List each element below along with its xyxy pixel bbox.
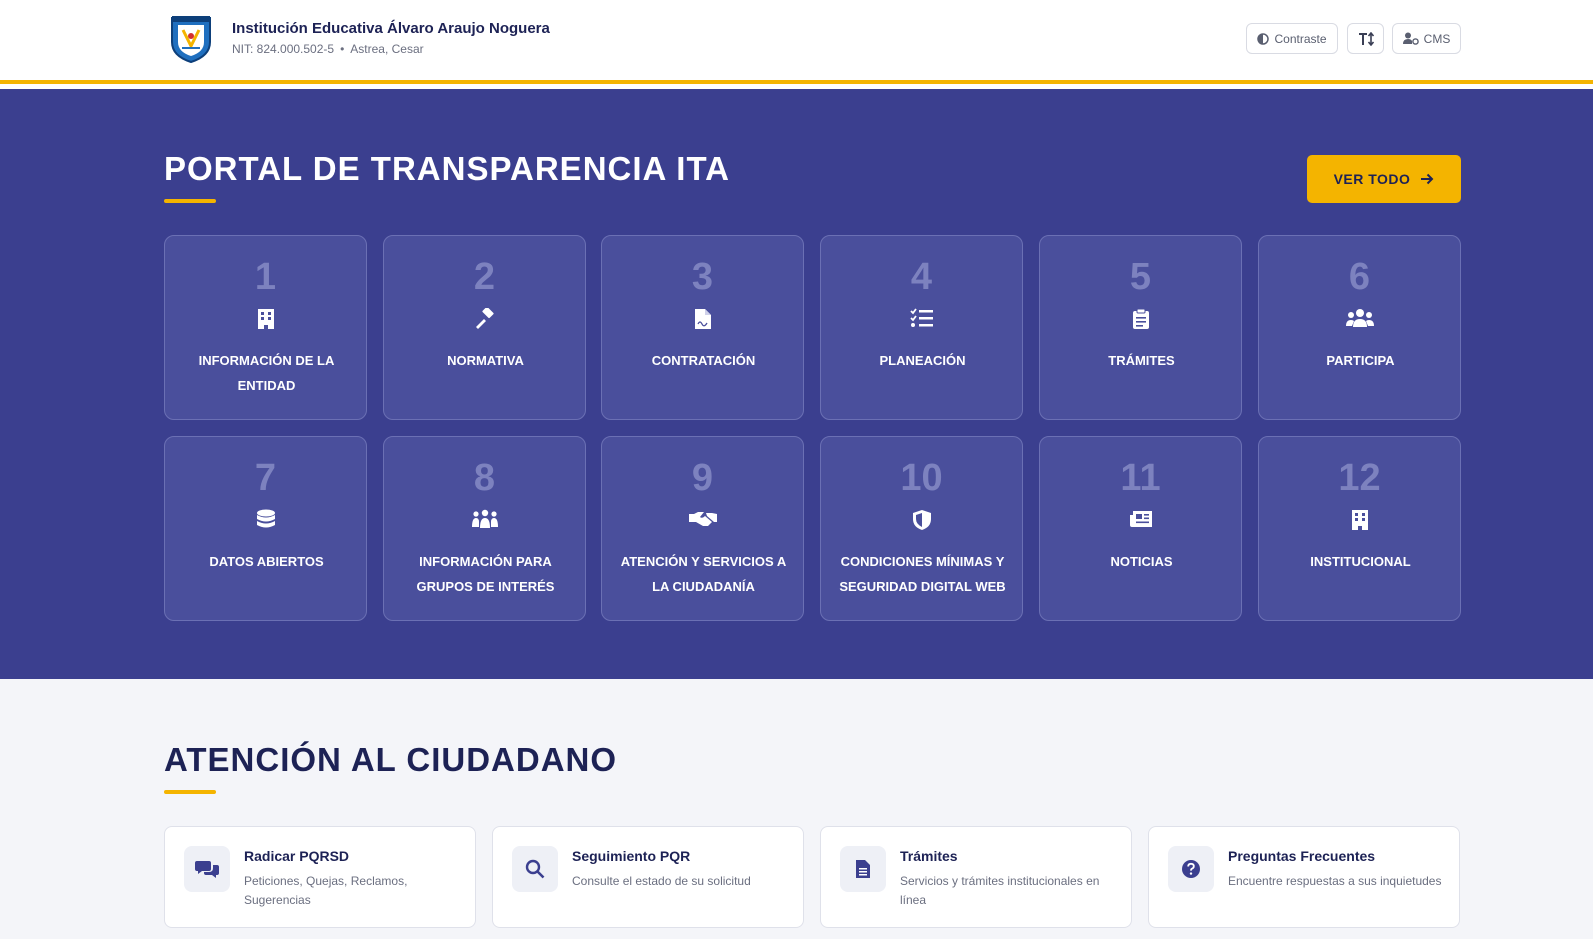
card-number: 5 (1129, 256, 1152, 298)
shield-icon (912, 510, 931, 530)
citizen-card-pqrsd[interactable]: Radicar PQRSD Peticiones, Quejas, Reclam… (164, 826, 476, 928)
citizen-card-title: Preguntas Frecuentes (1228, 848, 1376, 864)
transparency-card-5[interactable]: 5 TRÁMITES (1039, 235, 1242, 420)
cms-label: CMS (1423, 31, 1451, 46)
card-number: 4 (910, 256, 933, 298)
card-label: ATENCIÓN Y SERVICIOS A LA CIUDADANÍA (620, 554, 787, 594)
card-label: NOTICIAS (1110, 554, 1173, 569)
transparency-card-9[interactable]: 9 ATENCIÓN Y SERVICIOS A LA CIUDADANÍA (601, 436, 804, 621)
contrast-icon (1257, 32, 1270, 45)
arrow-right-icon (1421, 173, 1434, 185)
clipboard-icon (1132, 308, 1149, 329)
card-number: 9 (691, 457, 714, 499)
card-label: PARTICIPA (1326, 353, 1395, 368)
transparency-card-1[interactable]: 1 INFORMACIÓN DE LA ENTIDAD (164, 235, 367, 420)
citizen-card-desc: Servicios y trámites institucionales en … (900, 874, 1100, 907)
transparency-card-6[interactable]: 6 PARTICIPA (1258, 235, 1461, 420)
gavel-icon (475, 308, 494, 329)
transparency-title: PORTAL DE TRANSPARENCIA ITA (164, 150, 731, 187)
school-crest-logo[interactable] (168, 12, 214, 64)
location-text: Astrea, Cesar (350, 42, 424, 56)
building-icon (1351, 510, 1368, 530)
contract-icon (694, 309, 711, 329)
card-number: 8 (473, 457, 496, 499)
document-icon (856, 860, 870, 878)
citizen-card-desc: Encuentre respuestas a sus inquietudes (1228, 874, 1442, 888)
site-header: Institución Educativa Álvaro Araujo Nogu… (0, 0, 1593, 80)
text-height-icon (1358, 31, 1374, 46)
card-number: 6 (1348, 256, 1371, 298)
text-size-button[interactable] (1347, 23, 1384, 54)
people-group-icon (471, 509, 498, 528)
comments-icon (195, 861, 219, 878)
newspaper-icon (1129, 511, 1152, 527)
citizen-card-desc: Peticiones, Quejas, Reclamos, Sugerencia… (244, 874, 408, 907)
citizen-card-title: Trámites (900, 848, 958, 864)
institution-details: NIT: 824.000.502-5 • Astrea, Cesar (232, 42, 424, 56)
transparency-card-3[interactable]: 3 CONTRATACIÓN (601, 235, 804, 420)
transparency-card-7[interactable]: 7 DATOS ABIERTOS (164, 436, 367, 621)
nit-text: NIT: 824.000.502-5 (232, 42, 335, 56)
card-label: TRÁMITES (1108, 353, 1175, 368)
contrast-label: Contraste (1274, 31, 1327, 46)
tasks-icon (909, 308, 933, 327)
cms-button[interactable]: CMS (1392, 23, 1461, 54)
citizen-card-title: Seguimiento PQR (572, 848, 691, 864)
users-icon (1345, 309, 1374, 327)
card-label: CONTRATACIÓN (651, 353, 756, 368)
card-number: 10 (900, 457, 943, 499)
card-label: INSTITUCIONAL (1310, 554, 1411, 569)
transparency-card-12[interactable]: 12 INSTITUCIONAL (1258, 436, 1461, 621)
card-label: CONDICIONES MÍNIMAS Y SEGURIDAD DIGITAL … (839, 554, 1006, 594)
building-icon (257, 309, 274, 329)
transparency-card-2[interactable]: 2 NORMATIVA (383, 235, 586, 420)
citizen-card-tramites[interactable]: Trámites Servicios y trámites institucio… (820, 826, 1132, 928)
card-label: PLANEACIÓN (879, 353, 966, 368)
view-all-label: VER TODO (1333, 171, 1411, 187)
transparency-card-11[interactable]: 11 NOTICIAS (1039, 436, 1242, 621)
transparency-card-10[interactable]: 10 CONDICIONES MÍNIMAS Y SEGURIDAD DIGIT… (820, 436, 1023, 621)
card-label: NORMATIVA (447, 353, 524, 368)
title-underline (164, 199, 216, 203)
card-label: INFORMACIÓN DE LA ENTIDAD (198, 353, 335, 393)
search-icon (525, 859, 545, 879)
card-label: DATOS ABIERTOS (209, 554, 324, 569)
card-number: 11 (1120, 457, 1161, 499)
transparency-card-8[interactable]: 8 INFORMACIÓN PARA GRUPOS DE INTERÉS (383, 436, 586, 621)
database-icon (256, 509, 275, 528)
card-number: 7 (254, 457, 277, 499)
view-all-button[interactable]: VER TODO (1307, 155, 1461, 203)
title-underline (164, 790, 216, 794)
card-number: 2 (473, 256, 496, 298)
institution-name: Institución Educativa Álvaro Araujo Nogu… (232, 20, 550, 37)
citizen-card-faq[interactable]: Preguntas Frecuentes Encuentre respuesta… (1148, 826, 1460, 928)
citizen-card-desc: Consulte el estado de su solicitud (572, 874, 751, 888)
citizen-card-title: Radicar PQRSD (244, 848, 350, 864)
citizen-section-title: ATENCIÓN AL CIUDADANO (164, 741, 618, 778)
user-gear-icon (1402, 32, 1419, 45)
card-label: INFORMACIÓN PARA GRUPOS DE INTERÉS (416, 554, 555, 594)
handshake-icon (688, 512, 717, 526)
question-icon (1182, 860, 1200, 878)
card-number: 12 (1338, 457, 1381, 499)
contrast-button[interactable]: Contraste (1246, 23, 1338, 54)
card-number: 1 (254, 256, 277, 298)
transparency-card-4[interactable]: 4 PLANEACIÓN (820, 235, 1023, 420)
card-number: 3 (691, 256, 714, 298)
citizen-card-seguimiento[interactable]: Seguimiento PQR Consulte el estado de su… (492, 826, 804, 928)
